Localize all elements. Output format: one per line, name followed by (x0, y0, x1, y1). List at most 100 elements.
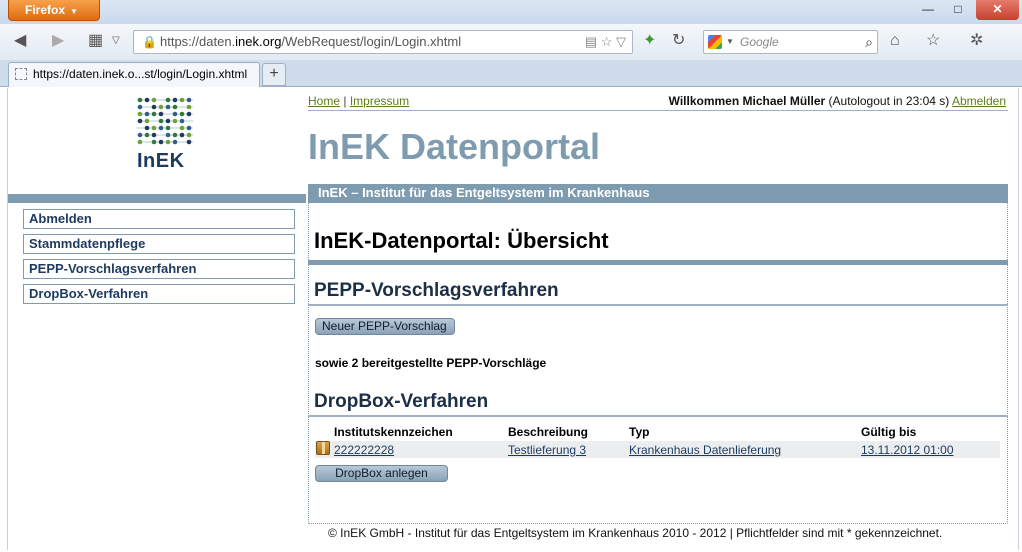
logo-dot (144, 125, 150, 131)
logo-dot (179, 125, 185, 131)
search-bar[interactable]: ▼ Google ⌕ (703, 30, 878, 54)
new-pepp-button[interactable]: Neuer PEPP-Vorschlag (315, 318, 455, 335)
column-header-beschreibung: Beschreibung (508, 425, 589, 439)
logo-dot (137, 139, 143, 145)
search-placeholder: Google (740, 35, 779, 49)
logo-dot (165, 132, 171, 138)
impressum-link[interactable]: Impressum (350, 94, 409, 108)
logo-dot (165, 104, 171, 110)
google-icon (708, 35, 722, 49)
extension-bug-icon[interactable]: ✲ (970, 32, 983, 50)
row-beschreibung-link[interactable]: Testlieferung 3 (508, 443, 586, 457)
url-domain: inek.org (235, 34, 282, 49)
logo-dot (179, 97, 185, 103)
dropbox-section-heading: DropBox-Verfahren (314, 391, 489, 412)
sidebar-item-abmelden[interactable]: Abmelden (23, 209, 295, 229)
tab-active[interactable]: https://daten.inek.o...st/login/Login.xh… (8, 62, 260, 87)
window-titlebar: Firefox ▼ — □ ✕ (0, 0, 1022, 24)
logo-dot (144, 118, 150, 124)
navigation-toolbar: ◀ ▶ ▦ ▽ 🔒 https://daten.inek.org/WebRequ… (0, 24, 1022, 60)
reload-icon[interactable]: ↻ (672, 32, 685, 50)
back-icon[interactable]: ◀ (14, 32, 26, 50)
tab-strip: https://daten.inek.o...st/login/Login.xh… (0, 60, 1022, 87)
home-icon[interactable]: ⌂ (890, 32, 900, 50)
logo-dot (158, 104, 164, 110)
logo-dot (151, 104, 157, 110)
firefox-menu-button[interactable]: Firefox ▼ (8, 0, 100, 21)
lock-icon: 🔒 (142, 35, 157, 49)
logo-dot (165, 139, 171, 145)
logo-dot (172, 118, 178, 124)
forward-icon[interactable]: ▶ (52, 32, 64, 50)
logo-dot (151, 97, 157, 103)
logo-dot (144, 97, 150, 103)
column-header-typ: Typ (629, 425, 650, 439)
url-prefix: https://daten. (160, 34, 236, 49)
logo-dot (158, 139, 164, 145)
logo-dot (179, 132, 185, 138)
url-path: /WebRequest/login/Login.xhtml (281, 34, 462, 49)
sidebar-item-dropbox[interactable]: DropBox-Verfahren (23, 284, 295, 304)
link-separator: | (343, 94, 347, 108)
row-gueltig-link[interactable]: 13.11.2012 01:00 (861, 443, 954, 457)
home-link[interactable]: Home (308, 94, 340, 108)
logo-dot (137, 132, 143, 138)
logo-dot (165, 118, 171, 124)
addon-icon[interactable]: ✦ (643, 32, 656, 50)
history-dropdown-icon[interactable]: ▽ (112, 32, 120, 50)
logo-dot (137, 97, 143, 103)
close-window-button[interactable]: ✕ (976, 0, 1019, 20)
dropbox-create-button[interactable]: DropBox anlegen (315, 465, 448, 482)
page-footer: © InEK GmbH - Institut für das Entgeltsy… (328, 526, 943, 540)
sidebar-item-stammdatenpflege[interactable]: Stammdatenpflege (23, 234, 295, 254)
logo-dot (179, 118, 185, 124)
row-ik-link[interactable]: 222222228 (334, 443, 394, 457)
logo-dot (186, 139, 192, 145)
welcome-status: Willkommen Michael Müller (Autologout in… (669, 94, 1006, 108)
logo-dot (172, 139, 178, 145)
column-header-ik: Institutskennzeichen (334, 425, 453, 439)
heading-divider (308, 260, 1008, 265)
maximize-button[interactable]: □ (945, 0, 971, 20)
chevron-down-icon: ▼ (70, 7, 78, 16)
logo-dot (151, 111, 157, 117)
logo-dot (179, 111, 185, 117)
logo-dot (137, 104, 143, 110)
logo-dot (172, 97, 178, 103)
sidebar-item-pepp[interactable]: PEPP-Vorschlagsverfahren (23, 259, 295, 279)
logo-dot (186, 111, 192, 117)
package-icon (316, 441, 330, 455)
new-tab-button[interactable]: + (262, 63, 286, 86)
bookmarks-icon[interactable]: ☆ (926, 32, 940, 50)
minimize-button[interactable]: — (915, 0, 941, 20)
welcome-greeting: Willkommen Michael Müller (668, 94, 826, 108)
logo-dot (151, 125, 157, 131)
logo-dot (165, 97, 171, 103)
logout-link[interactable]: Abmelden (952, 94, 1006, 108)
page-heading: InEK-Datenportal: Übersicht (314, 228, 609, 253)
pepp-divider (308, 304, 1008, 306)
logo-dot (151, 132, 157, 138)
inek-logo: InEK (136, 96, 194, 172)
logo-dot (172, 104, 178, 110)
top-divider (308, 110, 1008, 111)
bookmark-star-icon[interactable]: ▤ ☆ ▽ (585, 31, 626, 53)
portal-title: InEK Datenportal (308, 126, 601, 167)
firefox-menu-label: Firefox (25, 3, 66, 17)
logo-dot (165, 125, 171, 131)
pepp-section-heading: PEPP-Vorschlagsverfahren (314, 280, 559, 301)
row-typ-link[interactable]: Krankenhaus Datenlieferung (629, 443, 781, 457)
logo-dot (151, 139, 157, 145)
search-icon[interactable]: ⌕ (865, 31, 873, 53)
logo-dot (144, 111, 150, 117)
logo-dot-grid (137, 97, 193, 145)
search-engine-dropdown-icon[interactable]: ▼ (726, 31, 734, 53)
address-bar[interactable]: 🔒 https://daten.inek.org/WebRequest/logi… (133, 30, 633, 54)
page-viewport: InEK Abmelden Stammdatenpflege PEPP-Vors… (7, 88, 1019, 550)
logo-dot (186, 104, 192, 110)
logo-dot (144, 132, 150, 138)
apps-grid-icon[interactable]: ▦ (88, 32, 103, 50)
tab-title: https://daten.inek.o...st/login/Login.xh… (33, 67, 248, 81)
logo-text: InEK (137, 150, 185, 172)
logo-dot (158, 125, 164, 131)
